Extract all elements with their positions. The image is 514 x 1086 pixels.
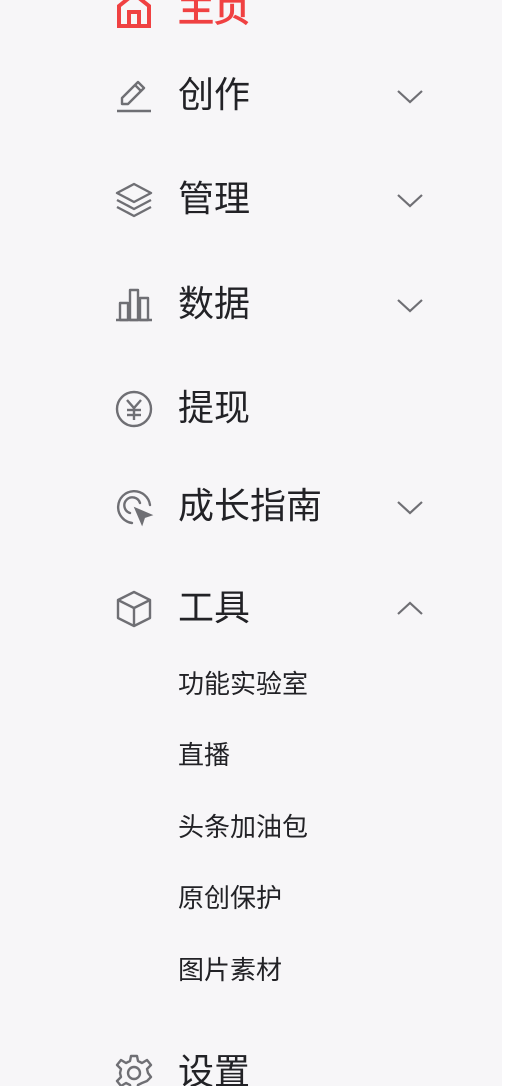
submenu-item-original-protection[interactable]: 原创保护 <box>178 877 282 921</box>
gear-icon <box>114 1053 154 1086</box>
sidebar-item-manage[interactable]: 管理 <box>0 160 502 240</box>
home-icon <box>114 0 154 30</box>
chevron-down-icon[interactable] <box>396 495 424 519</box>
submenu-item-feature-lab[interactable]: 功能实验室 <box>178 663 308 707</box>
submenu-item-boost-pack[interactable]: 头条加油包 <box>178 806 308 850</box>
sidebar-item-home[interactable]: 主页 <box>0 0 502 50</box>
sidebar-item-label: 数据 <box>178 284 251 325</box>
layers-icon <box>114 180 154 220</box>
sidebar: 主页 创作 管理 数据 提现 成长指南 工具 功能实验室 直播 头条加油包 原创… <box>0 0 502 1086</box>
sidebar-item-data[interactable]: 数据 <box>0 265 502 345</box>
sidebar-item-label: 设置 <box>178 1052 251 1086</box>
sidebar-item-label: 管理 <box>178 179 251 220</box>
chevron-up-icon[interactable] <box>396 597 424 621</box>
chevron-down-icon[interactable] <box>396 188 424 212</box>
submenu-item-live[interactable]: 直播 <box>178 734 230 778</box>
scrollbar[interactable] <box>502 0 514 1086</box>
sidebar-item-label: 创作 <box>178 75 251 116</box>
yuan-coin-icon <box>114 389 154 429</box>
submenu-item-image-assets[interactable]: 图片素材 <box>178 949 282 993</box>
sidebar-item-label: 工具 <box>178 588 251 629</box>
cube-icon <box>114 589 154 629</box>
chevron-down-icon[interactable] <box>396 293 424 317</box>
sidebar-item-tools[interactable]: 工具 <box>0 569 502 649</box>
sidebar-item-label: 成长指南 <box>178 486 323 527</box>
sidebar-item-withdraw[interactable]: 提现 <box>0 369 502 449</box>
sidebar-item-settings[interactable]: 设置 <box>0 1033 502 1086</box>
bar-chart-icon <box>114 285 154 325</box>
pen-icon <box>114 76 154 116</box>
target-cursor-icon <box>114 487 154 527</box>
chevron-down-icon[interactable] <box>396 84 424 108</box>
sidebar-item-label: 主页 <box>178 0 251 30</box>
sidebar-item-label: 提现 <box>178 388 251 429</box>
sidebar-item-growth-guide[interactable]: 成长指南 <box>0 467 502 547</box>
sidebar-item-create[interactable]: 创作 <box>0 56 502 136</box>
